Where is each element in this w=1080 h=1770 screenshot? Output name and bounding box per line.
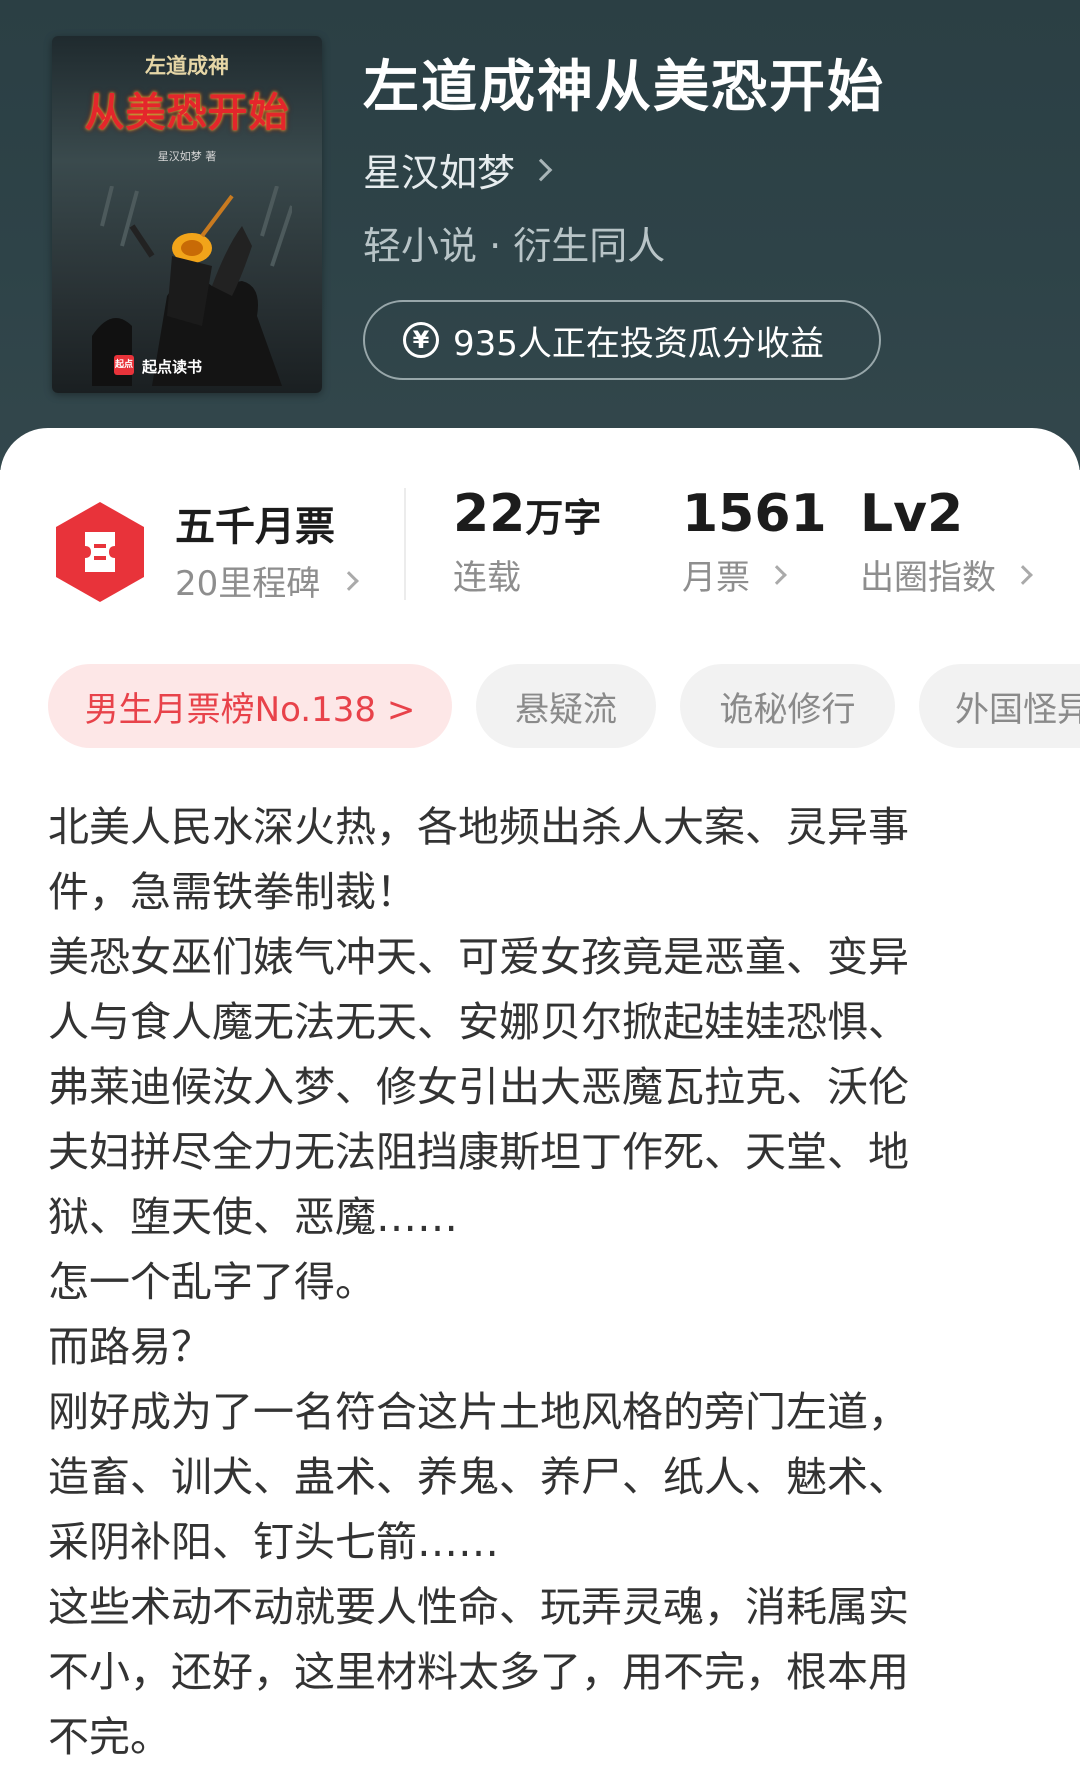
milestone-link[interactable]: 20里程碑 xyxy=(175,556,360,605)
synopsis-line: 怎一个乱字了得。 xyxy=(48,1258,376,1306)
brand-logo-icon: 起点 xyxy=(114,355,134,375)
monthly-votes-value: 1561 xyxy=(682,484,827,544)
synopsis-line: 造畜、训犬、蛊术、养鬼、养尸、纸人、魅术、 xyxy=(48,1453,909,1501)
synopsis-line: 不完。 xyxy=(48,1713,171,1761)
book-cover[interactable]: 左道成神 从美恐开始 星汉如梦 著 起点 起点读书 xyxy=(52,36,322,393)
circle-index-value: Lv2 xyxy=(860,484,964,544)
chevron-right-icon xyxy=(1013,564,1033,585)
synopsis-line: 刚好成为了一名符合这片土地风格的旁门左道， xyxy=(48,1388,909,1436)
circle-index-stat[interactable]: Lv2 出圈指数 xyxy=(860,484,1033,599)
genre-tag[interactable]: 诡秘修行 xyxy=(680,664,895,748)
synopsis-line: 北美人民水深火热，各地频出杀人大案、灵异事 xyxy=(48,803,909,851)
book-synopsis: 北美人民水深火热，各地频出杀人大案、灵异事 件，急需铁拳制裁！ 美恐女巫们婊气冲… xyxy=(48,795,1008,1770)
circle-index-label: 出圈指数 xyxy=(860,558,996,598)
genre-tag[interactable]: 外国怪异 xyxy=(919,664,1080,748)
stats-divider xyxy=(404,488,406,600)
synopsis-line: 采阴补阳、钉头七箭…… xyxy=(48,1518,499,1566)
yen-coin-icon: ¥ xyxy=(403,322,439,358)
monthly-votes-label: 月票 xyxy=(682,558,750,598)
book-title: 左道成神从美恐开始 xyxy=(363,54,885,120)
synopsis-line: 美恐女巫们婊气冲天、可爱女孩竟是恶童、变异 xyxy=(48,933,909,981)
word-count-unit: 万字 xyxy=(525,496,602,540)
brand-name: 起点读书 xyxy=(142,358,203,376)
invest-label: 935人正在投资瓜分收益 xyxy=(453,323,824,364)
monthly-ticket-badge-icon[interactable] xyxy=(52,500,148,604)
book-category: 轻小说 · 衍生同人 xyxy=(363,224,666,268)
book-header: 左道成神 从美恐开始 星汉如梦 著 起点 起点读书 左道成神从美恐开始 星汉如梦… xyxy=(0,0,1080,470)
tag-row: 男生月票榜No.138 > 悬疑流 诡秘修行 外国怪异 xyxy=(0,664,1080,750)
chevron-right-icon xyxy=(767,564,787,585)
synopsis-line: 这些术动不动就要人性命、玩弄灵魂，消耗属实 xyxy=(48,1583,909,1631)
milestone-label: 20里程碑 xyxy=(175,564,321,604)
ranking-tag[interactable]: 男生月票榜No.138 > xyxy=(48,664,452,748)
synopsis-line: 弗莱迪候汝入梦、修女引出大恶魔瓦拉克、沃伦 xyxy=(48,1063,909,1111)
invest-button[interactable]: ¥ 935人正在投资瓜分收益 xyxy=(363,300,881,380)
word-count-value: 22 xyxy=(453,484,526,544)
synopsis-line: 而路易？ xyxy=(48,1323,212,1371)
author-name: 星汉如梦 xyxy=(363,151,516,195)
cover-top-text: 左道成神 xyxy=(145,53,229,78)
ticket-tier-name[interactable]: 五千月票 xyxy=(175,494,335,552)
cover-title-text: 从美恐开始 xyxy=(84,89,290,136)
author-link[interactable]: 星汉如梦 xyxy=(363,142,553,197)
cover-brand: 起点 起点读书 xyxy=(114,355,203,377)
monthly-votes-stat[interactable]: 1561 月票 xyxy=(682,484,827,599)
chevron-right-icon xyxy=(529,158,553,181)
synopsis-line: 夫妇拼尽全力无法阻挡康斯坦丁作死、天堂、地 xyxy=(48,1128,909,1176)
synopsis-line: 人与食人魔无法无天、安娜贝尔掀起娃娃恐惧、 xyxy=(48,998,909,1046)
word-count-label: 连载 xyxy=(453,558,521,598)
cover-author-text: 星汉如梦 著 xyxy=(157,150,217,163)
chevron-right-icon xyxy=(339,570,360,591)
genre-tag[interactable]: 悬疑流 xyxy=(476,664,656,748)
word-count-stat: 22万字 连载 xyxy=(453,484,601,599)
synopsis-line: 不小，还好，这里材料太多了，用不完，根本用 xyxy=(48,1648,909,1696)
synopsis-line: 件，急需铁拳制裁！ xyxy=(48,868,417,916)
synopsis-line: 狱、堕天使、恶魔…… xyxy=(48,1193,458,1241)
